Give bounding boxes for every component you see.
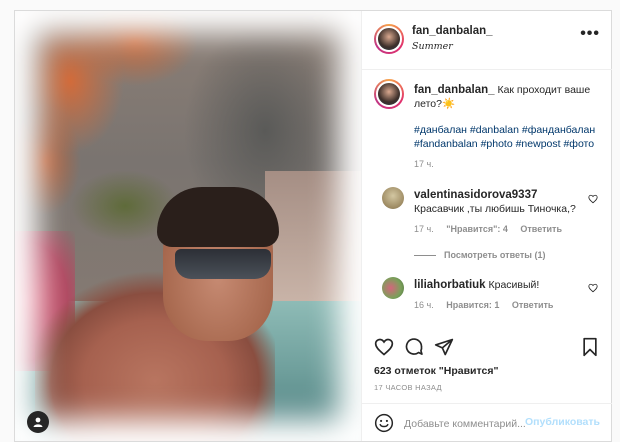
- comment-reply-button[interactable]: Ответить: [520, 224, 562, 234]
- author-avatar[interactable]: [374, 24, 404, 54]
- comment-meta: 16 ч. Нравится: 1 Ответить: [414, 300, 553, 310]
- instagram-post: fan_danbalan_ Summer ••• fan_danbalan_ К…: [14, 10, 612, 442]
- caption-author-avatar[interactable]: [374, 79, 404, 109]
- comment-bubble-icon[interactable]: [404, 337, 424, 357]
- hashtags-line-1[interactable]: #данбалан #danbalan #фанданбалан: [414, 123, 604, 137]
- comment-time[interactable]: 17 ч.: [414, 224, 434, 234]
- photo-vignette: [15, 11, 361, 441]
- comment-likes[interactable]: "Нравится": 4: [446, 224, 508, 234]
- paper-plane-icon[interactable]: [434, 337, 454, 357]
- author-username[interactable]: fan_danbalan_: [412, 25, 493, 37]
- heart-icon[interactable]: [374, 337, 394, 357]
- more-horizontal-icon[interactable]: •••: [580, 25, 600, 43]
- post-header: fan_danbalan_ Summer •••: [362, 11, 612, 70]
- post-location[interactable]: Summer: [412, 41, 453, 52]
- caption-text-block: fan_danbalan_ Как проходит ваше лето?☀️: [414, 83, 600, 111]
- comment-text: Красавчик ,ты любишь Тиночка,?: [414, 203, 576, 215]
- post-photo[interactable]: [15, 11, 361, 441]
- comment-text: Красивый!: [488, 279, 540, 291]
- comment-input[interactable]: [402, 414, 536, 434]
- comment-heart-icon[interactable]: [588, 283, 598, 293]
- commenter-avatar[interactable]: [382, 187, 404, 209]
- comment-time[interactable]: 16 ч.: [414, 300, 434, 310]
- smiley-icon[interactable]: [374, 413, 394, 433]
- commenter-avatar[interactable]: [382, 277, 404, 299]
- comment-likes[interactable]: Нравится: 1: [446, 300, 499, 310]
- comment-heart-icon[interactable]: [588, 194, 598, 204]
- caption-hashtags: #данбалан #danbalan #фанданбалан #fandan…: [414, 123, 604, 151]
- bookmark-icon[interactable]: [580, 337, 600, 357]
- comment-reply-button[interactable]: Ответить: [512, 300, 554, 310]
- caption-author[interactable]: fan_danbalan_: [414, 84, 495, 96]
- view-replies-button[interactable]: Посмотреть ответы (1): [414, 250, 545, 260]
- likes-count[interactable]: 623 отметок "Нравится": [374, 365, 498, 377]
- post-side-panel: fan_danbalan_ Summer ••• fan_danbalan_ К…: [361, 11, 612, 441]
- caption-time[interactable]: 17 ч.: [414, 159, 434, 169]
- hashtags-line-2[interactable]: #fandanbalan #photo #newpost #фото: [414, 137, 604, 151]
- add-comment-bar: Опубликовать: [362, 403, 612, 442]
- comment-meta: 17 ч. "Нравится": 4 Ответить: [414, 224, 562, 234]
- tagged-user-icon[interactable]: [27, 411, 49, 433]
- comment-username[interactable]: valentinasidorova9337: [414, 189, 537, 201]
- comment-username[interactable]: liliahorbatiuk: [414, 279, 486, 291]
- comment-text-block: valentinasidorova9337 Красавчик ,ты люби…: [414, 188, 586, 216]
- publish-button[interactable]: Опубликовать: [525, 416, 600, 428]
- comment-text-block: liliahorbatiuk Красивый!: [414, 278, 586, 292]
- post-time[interactable]: 17 ЧАСОВ НАЗАД: [374, 383, 442, 392]
- view-replies-label: Посмотреть ответы (1): [444, 250, 546, 260]
